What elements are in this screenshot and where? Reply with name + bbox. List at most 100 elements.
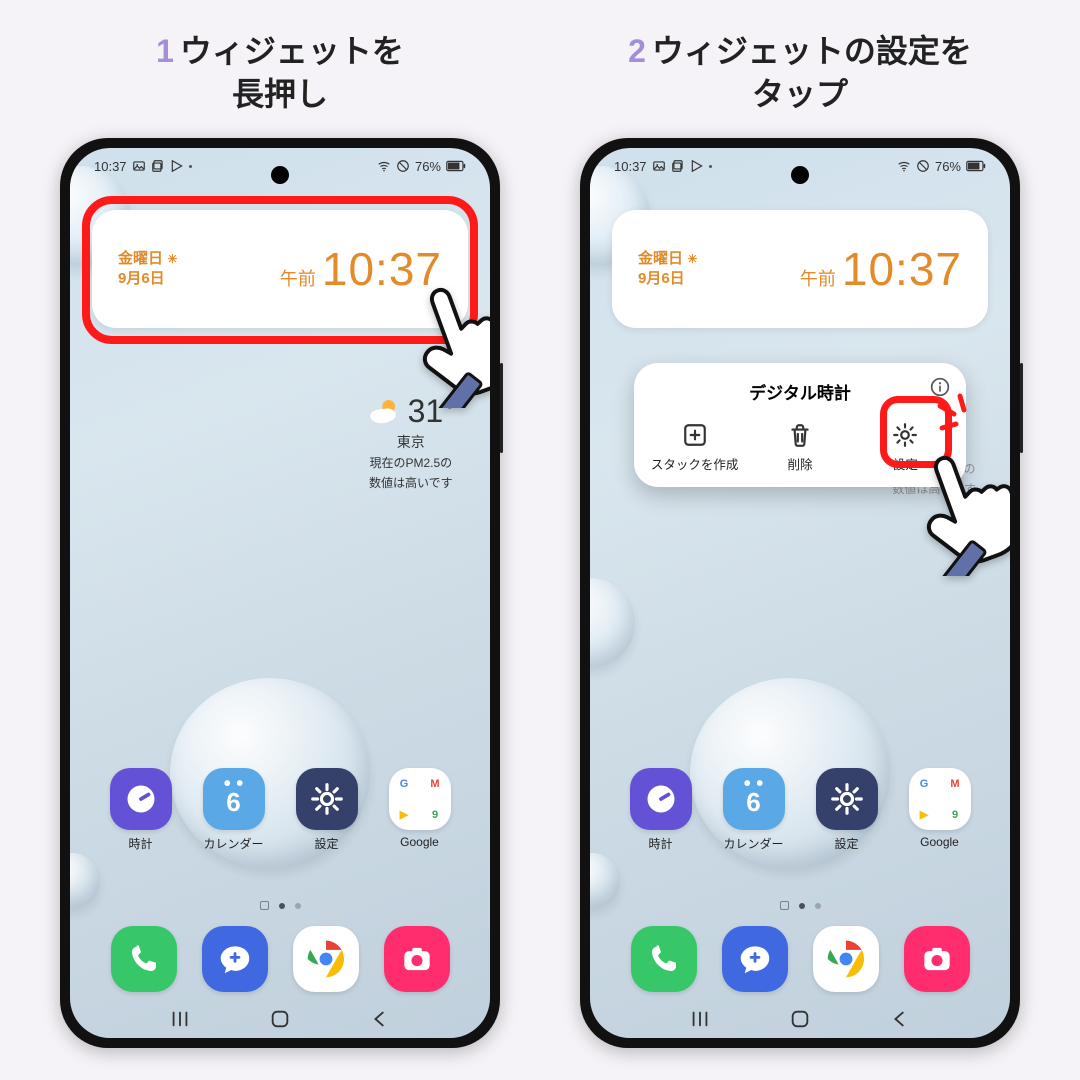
nav-recents[interactable] <box>689 1008 711 1030</box>
weather-line1: 現在のPM2.5の <box>366 456 456 472</box>
weather-temp: 31° <box>408 393 456 430</box>
dock-phone[interactable] <box>111 926 177 992</box>
app-row: 時計 • •6 カレンダー 設定 GM▶9 Google <box>590 768 1010 852</box>
app-clock-label: 時計 <box>128 835 152 852</box>
dock-chrome[interactable] <box>813 926 879 992</box>
no-signal-icon <box>396 159 410 173</box>
app-clock[interactable]: 時計 <box>621 768 701 852</box>
dock-camera[interactable] <box>384 926 450 992</box>
status-more-dot <box>709 165 712 168</box>
app-calendar[interactable]: • • 6 カレンダー <box>194 768 274 852</box>
calendar-day-number: 6 <box>226 787 240 818</box>
wallpaper-bubble <box>590 853 620 908</box>
tap-effect-icon <box>932 388 992 453</box>
step1-title-l1: ウィジェットを <box>180 33 404 69</box>
nav-home[interactable] <box>269 1008 291 1030</box>
nav-back[interactable] <box>889 1008 911 1030</box>
app-calendar[interactable]: • •6 カレンダー <box>714 768 794 852</box>
widget-ampm: 午前 <box>800 265 836 291</box>
status-time: 10:37 <box>614 159 647 174</box>
nav-back[interactable] <box>369 1008 391 1030</box>
trash-icon <box>787 422 813 448</box>
dock <box>70 926 490 992</box>
nav-recents[interactable] <box>169 1008 191 1030</box>
dock-chrome[interactable] <box>293 926 359 992</box>
no-signal-icon <box>916 159 930 173</box>
page-indicator[interactable] <box>70 901 490 910</box>
status-album-icon <box>671 159 685 173</box>
widget-date-block: 金曜日 ☀ 9月6日 <box>638 249 698 290</box>
front-camera <box>791 166 809 184</box>
calendar-day-number: 6 <box>746 787 760 818</box>
step2-title: 2ウィジェットの設定を タップ <box>628 30 972 120</box>
pager-dot-active[interactable] <box>799 903 805 909</box>
phone-frame-2: 10:37 76% 金曜日 ☀ 9月6日 <box>580 138 1020 1048</box>
sun-icon: ☀ <box>687 252 698 266</box>
popup-create-stack[interactable]: スタックを作成 <box>642 416 747 479</box>
phone-frame-1: 10:37 76% 金曜日☀ 9月6日 <box>60 138 500 1048</box>
settings-app-icon <box>816 768 878 830</box>
nav-bar <box>70 1008 490 1030</box>
dock-messages[interactable] <box>722 926 788 992</box>
status-play-icon <box>170 159 184 173</box>
app-settings[interactable]: 設定 <box>287 768 367 852</box>
screen-2[interactable]: 10:37 76% 金曜日 ☀ 9月6日 <box>590 148 1010 1038</box>
step1-title: 1ウィジェットを 長押し <box>156 30 404 120</box>
dock-camera[interactable] <box>904 926 970 992</box>
widget-day: 金曜日 <box>638 250 683 267</box>
weather-widget[interactable]: 31° 東京 現在のPM2.5の 数値は高いです <box>366 393 456 491</box>
app-google-label: Google <box>920 835 959 849</box>
weather-city: 東京 <box>366 432 456 452</box>
battery-icon <box>446 160 466 172</box>
pager-dot[interactable] <box>295 903 301 909</box>
widget-time: 10:37 <box>842 242 962 296</box>
nav-bar <box>590 1008 1010 1030</box>
step2-title-l1: ウィジェットの設定を <box>652 33 972 69</box>
pager-dot-active[interactable] <box>279 903 285 909</box>
popup-delete[interactable]: 削除 <box>747 416 852 479</box>
google-folder-icon: GM▶9 <box>389 768 451 830</box>
status-time: 10:37 <box>94 159 127 174</box>
battery-percent: 76% <box>935 159 961 174</box>
clock-app-icon <box>110 768 172 830</box>
app-clock-label: 時計 <box>648 835 672 852</box>
clock-app-icon <box>630 768 692 830</box>
app-settings[interactable]: 設定 <box>807 768 887 852</box>
pager-home[interactable] <box>260 901 269 910</box>
app-clock[interactable]: 時計 <box>101 768 181 852</box>
popup-delete-label: 削除 <box>787 454 812 473</box>
status-left: 10:37 <box>614 159 712 174</box>
pager-dot[interactable] <box>815 903 821 909</box>
widget-time-block: 午前 10:37 <box>800 242 962 296</box>
google-folder-icon: GM▶9 <box>909 768 971 830</box>
battery-percent: 76% <box>415 159 441 174</box>
app-google-folder[interactable]: GM▶9 Google <box>900 768 980 852</box>
screen-1[interactable]: 10:37 76% 金曜日☀ 9月6日 <box>70 148 490 1038</box>
clock-widget[interactable]: 金曜日 ☀ 9月6日 午前 10:37 <box>612 210 988 328</box>
app-google-folder[interactable]: GM▶9 Google <box>380 768 460 852</box>
status-right: 76% <box>897 159 986 174</box>
dock-messages[interactable] <box>202 926 268 992</box>
status-play-icon <box>690 159 704 173</box>
calendar-app-icon: • •6 <box>723 768 785 830</box>
status-image-icon <box>652 159 666 173</box>
nav-home[interactable] <box>789 1008 811 1030</box>
wallpaper-bubble <box>590 578 635 668</box>
dock-phone[interactable] <box>631 926 697 992</box>
status-more-dot <box>189 165 192 168</box>
wallpaper-bubble <box>70 853 100 908</box>
popup-stack-label: スタックを作成 <box>651 454 739 473</box>
page-indicator[interactable] <box>590 901 1010 910</box>
weather-icon <box>366 395 400 429</box>
widget-date: 9月6日 <box>638 269 698 289</box>
settings-app-icon <box>296 768 358 830</box>
calendar-app-icon: • • 6 <box>203 768 265 830</box>
battery-icon <box>966 160 986 172</box>
pager-home[interactable] <box>780 901 789 910</box>
status-right: 76% <box>377 159 466 174</box>
step1-number: 1 <box>156 33 174 69</box>
app-settings-label: 設定 <box>834 835 858 852</box>
front-camera <box>271 166 289 184</box>
step1-title-l2: 長押し <box>232 76 328 112</box>
step2-title-l2: タップ <box>752 76 848 112</box>
